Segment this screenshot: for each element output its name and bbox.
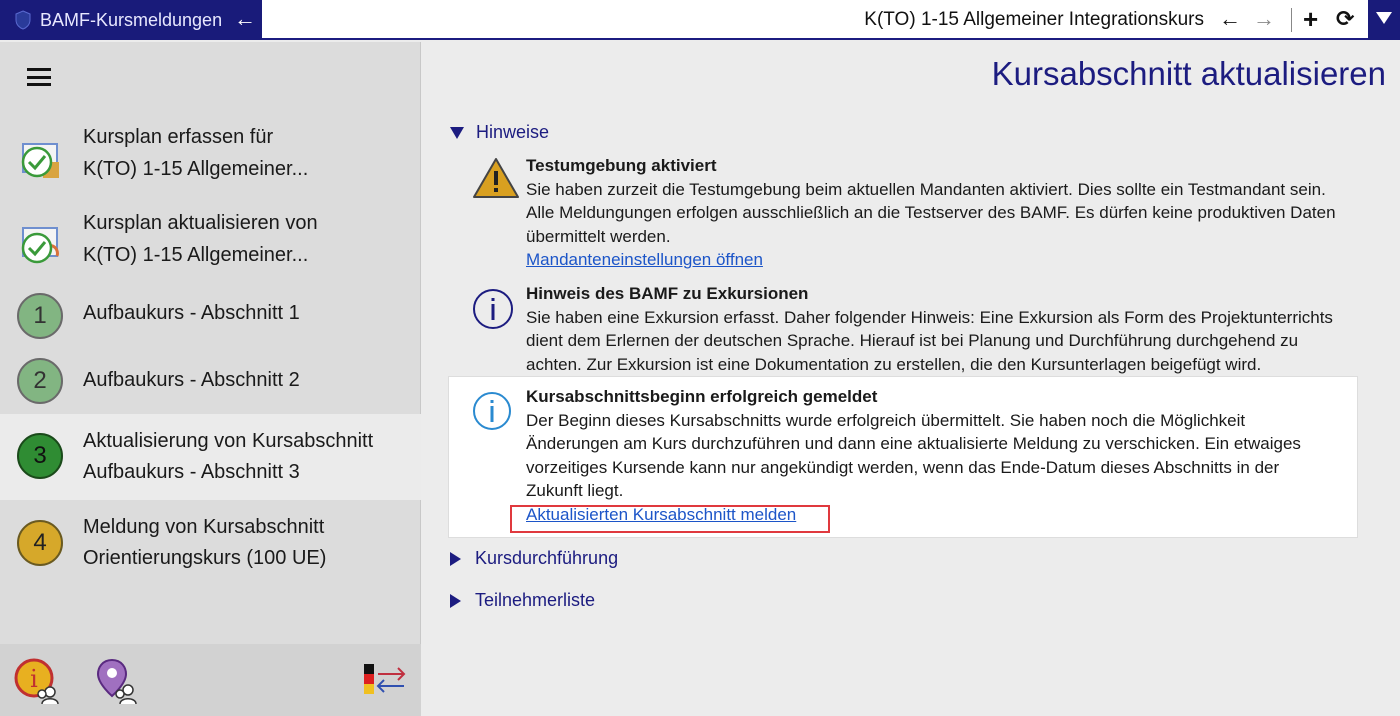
course-title: K(TO) 1-15 Allgemeiner Integrationskurs xyxy=(864,9,1204,30)
notice-exkursionen: Hinweis des BAMF zu Exkursionen Sie habe… xyxy=(526,282,1346,376)
notice-text-line: Zukunft liegt. xyxy=(526,481,624,500)
notice-text-line: übermittelt werden. xyxy=(526,226,671,246)
sidebar-item-sublabel: Orientierungskurs (100 UE) xyxy=(83,547,327,569)
step-number-badge: 4 xyxy=(17,520,63,566)
sidebar-item-abschnitt-3[interactable]: 3 Aktualisierung von Kursabschnitt Aufba… xyxy=(0,414,421,500)
sidebar-item-orientierungskurs[interactable]: 4 Meldung von Kursabschnitt Orientierung… xyxy=(0,500,421,586)
notice-text-line: Änderungen am Kurs durchzuführen und dan… xyxy=(526,434,1301,453)
notice-title: Testumgebung aktiviert xyxy=(526,156,717,175)
shield-icon xyxy=(15,10,31,30)
sidebar-item-kursplan-erfassen[interactable]: Kursplan erfassen für K(TO) 1-15 Allgeme… xyxy=(0,120,421,206)
dropdown-button[interactable] xyxy=(1368,0,1400,40)
step-number-badge: 3 xyxy=(17,433,63,479)
toolbar-divider xyxy=(1291,8,1292,32)
sidebar-item-label: Aktualisierung von Kursabschnitt xyxy=(83,430,374,452)
notice-testumgebung: Testumgebung aktiviert Sie haben zurzeit… xyxy=(526,154,1346,272)
sidebar-item-abschnitt-1[interactable]: 1 Aufbaukurs - Abschnitt 1 xyxy=(0,292,421,358)
sidebar-item-kursplan-aktualisieren[interactable]: Kursplan aktualisieren von K(TO) 1-15 Al… xyxy=(0,206,421,292)
section-label: Kursdurchführung xyxy=(475,548,619,568)
chevron-down-icon xyxy=(450,126,464,139)
app-title: BAMF-Kursmeldungen xyxy=(40,9,223,30)
chevron-down-icon xyxy=(1376,12,1392,24)
sidebar-item-label: Kursplan erfassen für xyxy=(83,126,274,148)
sidebar: Kursplan erfassen für K(TO) 1-15 Allgeme… xyxy=(0,42,421,716)
page-title: Kursabschnitt aktualisieren xyxy=(991,55,1386,92)
nav-back-icon[interactable]: ← xyxy=(1219,6,1241,32)
notice-title: Hinweis des BAMF zu Exkursionen xyxy=(526,284,809,303)
calendar-refresh-icon xyxy=(21,227,59,264)
chevron-right-icon xyxy=(450,593,461,608)
warning-icon xyxy=(473,158,519,198)
sidebar-item-abschnitt-2[interactable]: 2 Aufbaukurs - Abschnitt 2 xyxy=(0,358,421,414)
refresh-icon[interactable]: ⟳ xyxy=(1336,6,1354,32)
location-people-icon[interactable] xyxy=(94,656,142,706)
calendar-check-icon xyxy=(21,143,59,178)
main-panel: Kursabschnitt aktualisieren Hinweise Tes… xyxy=(422,42,1400,716)
notice-title: Kursabschnittsbeginn erfolgreich gemelde… xyxy=(526,387,878,406)
step-number-badge: 1 xyxy=(17,293,63,339)
title-bar: BAMF-Kursmeldungen ← K(TO) 1-15 Allgemei… xyxy=(0,0,1400,40)
sidebar-item-sublabel: K(TO) 1-15 Allgemeiner... xyxy=(83,158,309,180)
language-switch-icon[interactable] xyxy=(362,662,408,702)
notice-text-line: Sie haben eine Exkursion erfasst. Daher … xyxy=(526,307,1333,327)
notice-text-line: dient dem Erlernen der deutschen Sprache… xyxy=(526,331,1299,350)
hamburger-menu-icon[interactable] xyxy=(27,68,51,86)
sidebar-item-label: Aufbaukurs - Abschnitt 1 xyxy=(83,302,300,324)
highlight-frame xyxy=(510,505,830,533)
section-teilnehmerliste-toggle[interactable]: Teilnehmerliste xyxy=(450,590,595,611)
info-icon xyxy=(473,289,513,329)
sidebar-item-label: Aufbaukurs - Abschnitt 2 xyxy=(83,369,300,391)
step-number-badge: 2 xyxy=(17,358,63,404)
info-icon xyxy=(473,392,511,430)
arrow-left-icon[interactable]: ← xyxy=(234,7,256,31)
section-label: Hinweise xyxy=(476,122,550,142)
notice-text-line: vorzeitiges Kursende kann nur angekündig… xyxy=(526,457,1280,477)
sidebar-footer: i xyxy=(0,644,421,716)
notice-text-line: achten. Zur Exkursion ist eine Dokumenta… xyxy=(526,354,1262,374)
notice-text-line: Sie haben zurzeit die Testumgebung beim … xyxy=(526,179,1326,199)
section-hinweise-toggle[interactable]: Hinweise xyxy=(450,122,549,143)
section-label: Teilnehmerliste xyxy=(475,590,596,610)
sidebar-item-label: Kursplan aktualisieren von xyxy=(83,212,318,234)
notice-text-line: Alle Meldungungen erfolgen ausschließlic… xyxy=(526,203,1336,222)
sidebar-item-sublabel: Aufbaukurs - Abschnitt 3 xyxy=(83,461,300,483)
nav-forward-icon[interactable]: → xyxy=(1253,6,1275,32)
add-icon[interactable]: + xyxy=(1303,6,1318,32)
section-kursdurchfuehrung-toggle[interactable]: Kursdurchführung xyxy=(450,548,618,569)
sidebar-item-label: Meldung von Kursabschnitt xyxy=(83,516,325,538)
chevron-right-icon xyxy=(450,551,461,566)
info-people-icon[interactable]: i xyxy=(14,656,62,706)
sidebar-item-sublabel: K(TO) 1-15 Allgemeiner... xyxy=(83,244,309,266)
notice-text-line: Der Beginn dieses Kursabschnitts wurde e… xyxy=(526,410,1246,430)
app-header: BAMF-Kursmeldungen ← xyxy=(0,0,262,40)
mandanteneinstellungen-link[interactable]: Mandanteneinstellungen öffnen xyxy=(526,250,763,269)
svg-text:i: i xyxy=(30,665,38,693)
